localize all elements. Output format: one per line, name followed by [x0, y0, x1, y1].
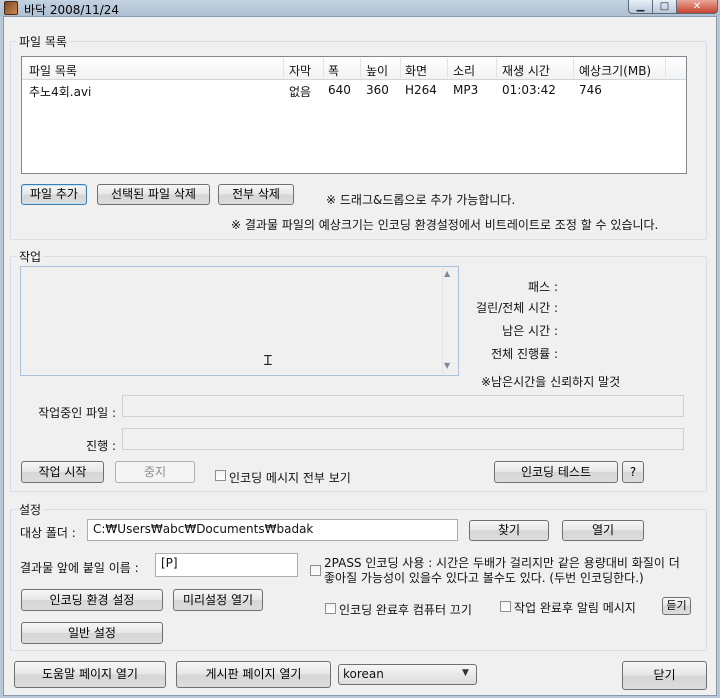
show-all-messages-label: 인코딩 메시지 전부 보기 [229, 471, 351, 485]
target-folder-label: 대상 폴더 : [20, 526, 76, 540]
column-divider [323, 58, 324, 78]
delete-selected-button[interactable]: 선택된 파일 삭제 [97, 184, 210, 205]
column-divider [283, 58, 284, 78]
general-settings-button[interactable]: 일반 설정 [21, 622, 163, 644]
listen-button[interactable]: 듣기 [662, 597, 691, 615]
col-header-filename[interactable]: 파일 목록 [29, 62, 77, 79]
col-header-duration[interactable]: 재생 시간 [502, 62, 550, 79]
progress-label: 진행 : [86, 439, 116, 453]
col-header-audio[interactable]: 소리 [453, 62, 475, 79]
show-all-messages-checkbox[interactable] [215, 470, 226, 481]
board-page-button[interactable]: 게시판 페이지 열기 [176, 661, 331, 688]
language-select-value: korean [343, 667, 384, 681]
current-file-label: 작업중인 파일 : [38, 406, 116, 420]
size-hint: ※ 결과물 파일의 예상크기는 인코딩 환경설정에서 비트레이트로 조정 할 수… [231, 218, 659, 232]
alarm-message-label: 작업 완료후 알림 메시지 [514, 601, 636, 615]
drag-drop-hint: ※ 드래그&드롭으로 추가 가능합니다. [326, 193, 516, 207]
encoding-settings-button[interactable]: 인코딩 환경 설정 [21, 589, 163, 611]
cell-est-size: 746 [579, 83, 602, 97]
scroll-up-arrow-icon[interactable]: ▲ [444, 269, 450, 278]
stop-button[interactable]: 중지 [115, 461, 195, 483]
cell-duration: 01:03:42 [502, 83, 556, 97]
alarm-message-checkbox[interactable] [500, 601, 511, 612]
current-file-field [122, 395, 684, 417]
col-header-height[interactable]: 높이 [366, 62, 388, 79]
col-header-est-size[interactable]: 예상크기(MB) [579, 62, 651, 79]
prefix-label: 결과물 앞에 붙일 이름 : [20, 561, 139, 575]
cell-height: 360 [366, 83, 389, 97]
task-group-label: 작업 [17, 248, 44, 265]
shutdown-after-label: 인코딩 완료후 컴퓨터 끄기 [339, 603, 472, 617]
twopass-checkbox[interactable] [310, 565, 321, 576]
target-folder-field[interactable]: C:₩Users₩abc₩Documents₩badak [87, 519, 458, 541]
column-divider [573, 58, 574, 78]
close-button[interactable]: 닫기 [622, 661, 707, 690]
minimize-button[interactable]: ▁ [628, 0, 653, 14]
preset-open-button[interactable]: 미리설정 열기 [173, 589, 263, 611]
delete-all-button[interactable]: 전부 삭제 [218, 184, 294, 205]
file-list-group-label: 파일 목록 [17, 33, 69, 50]
col-header-width[interactable]: 폭 [328, 62, 339, 79]
prefix-field[interactable]: [P] [155, 553, 298, 577]
cell-filename: 추노4회.avi [29, 85, 92, 99]
app-icon [4, 1, 18, 15]
cell-audio: MP3 [453, 83, 479, 97]
open-folder-button[interactable]: 열기 [562, 520, 644, 541]
add-file-button[interactable]: 파일 추가 [21, 184, 87, 205]
maximize-button[interactable]: □ [652, 0, 677, 14]
column-divider [496, 58, 497, 78]
elapsed-time-label: 걸린/전체 시간 : [476, 301, 558, 315]
chevron-down-icon[interactable]: ▼ [462, 668, 469, 678]
remaining-time-note: ※남은시간을 신뢰하지 말것 [481, 375, 621, 389]
browse-button[interactable]: 찾기 [469, 520, 549, 541]
cell-video: H264 [405, 83, 437, 97]
progress-bar [122, 428, 684, 450]
column-divider [360, 58, 361, 78]
help-page-button[interactable]: 도움말 페이지 열기 [14, 661, 166, 688]
cell-width: 640 [328, 83, 351, 97]
remaining-time-label: 남은 시간 : [502, 324, 558, 338]
twopass-label: 2PASS 인코딩 사용 : 시간은 두배가 걸리지만 같은 용량대비 화질이 … [324, 556, 680, 585]
column-divider [665, 58, 666, 78]
column-divider [400, 58, 401, 78]
cell-subtitle: 없음 [289, 85, 312, 99]
help-question-button[interactable]: ? [622, 461, 644, 483]
start-task-button[interactable]: 작업 시작 [21, 461, 104, 483]
encoding-test-button[interactable]: 인코딩 테스트 [494, 461, 618, 483]
shutdown-after-checkbox[interactable] [325, 603, 336, 614]
pass-label: 패스 : [528, 280, 558, 294]
column-divider [447, 58, 448, 78]
col-header-subtitle[interactable]: 자막 [289, 62, 311, 79]
scroll-down-arrow-icon[interactable]: ▼ [444, 361, 450, 370]
close-window-button[interactable]: ✕ [676, 0, 718, 14]
col-header-video[interactable]: 화면 [405, 62, 427, 79]
text-cursor-icon: Ɪ [264, 353, 272, 369]
total-progress-label: 전체 진행률 : [491, 347, 558, 361]
encoding-log-textarea[interactable] [20, 266, 459, 376]
settings-group-label: 설정 [17, 501, 44, 518]
